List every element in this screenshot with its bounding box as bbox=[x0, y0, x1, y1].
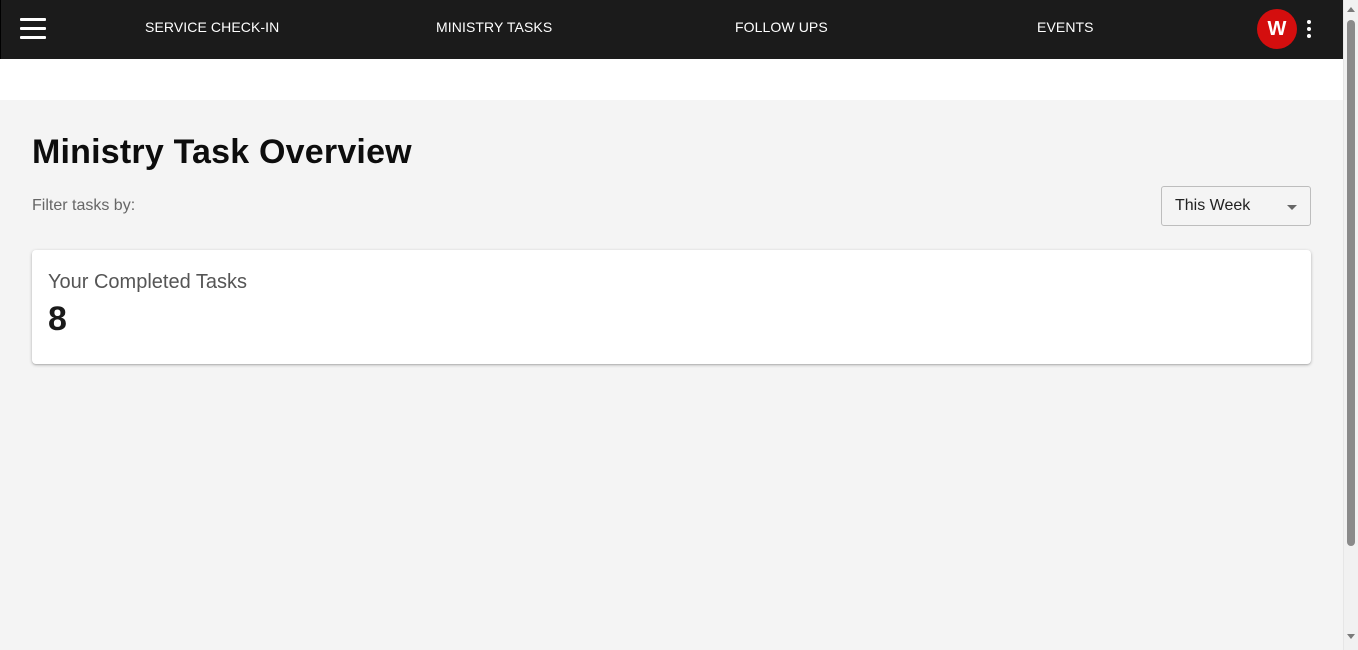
hamburger-menu-icon[interactable] bbox=[17, 14, 49, 42]
filter-select-value: This Week bbox=[1175, 197, 1251, 214]
scroll-down-arrow-icon[interactable] bbox=[1347, 634, 1355, 639]
scroll-thumb[interactable] bbox=[1347, 20, 1355, 546]
top-app-bar: SERVICE CHECK-IN MINISTRY TASKS FOLLOW U… bbox=[0, 0, 1343, 59]
filter-label: Filter tasks by: bbox=[32, 197, 136, 214]
user-avatar[interactable]: W bbox=[1257, 9, 1297, 49]
page-title: Ministry Task Overview bbox=[32, 133, 412, 171]
nav-service-check-in[interactable]: SERVICE CHECK-IN bbox=[145, 19, 279, 35]
completed-tasks-count: 8 bbox=[48, 300, 67, 338]
completed-tasks-card: Your Completed Tasks 8 bbox=[32, 250, 1311, 364]
main-content: Ministry Task Overview Filter tasks by: … bbox=[0, 100, 1343, 650]
header-spacer bbox=[0, 59, 1343, 100]
filter-select[interactable]: This Week bbox=[1161, 186, 1311, 226]
scroll-up-arrow-icon[interactable] bbox=[1347, 7, 1355, 12]
chevron-down-icon bbox=[1287, 205, 1297, 210]
nav-events[interactable]: EVENTS bbox=[1037, 19, 1094, 35]
page: SERVICE CHECK-IN MINISTRY TASKS FOLLOW U… bbox=[0, 0, 1358, 650]
nav-ministry-tasks[interactable]: MINISTRY TASKS bbox=[436, 19, 552, 35]
completed-tasks-label: Your Completed Tasks bbox=[48, 271, 248, 293]
more-vertical-icon[interactable] bbox=[1301, 17, 1317, 41]
nav-follow-ups[interactable]: FOLLOW UPS bbox=[735, 19, 828, 35]
vertical-scrollbar[interactable] bbox=[1343, 0, 1358, 650]
